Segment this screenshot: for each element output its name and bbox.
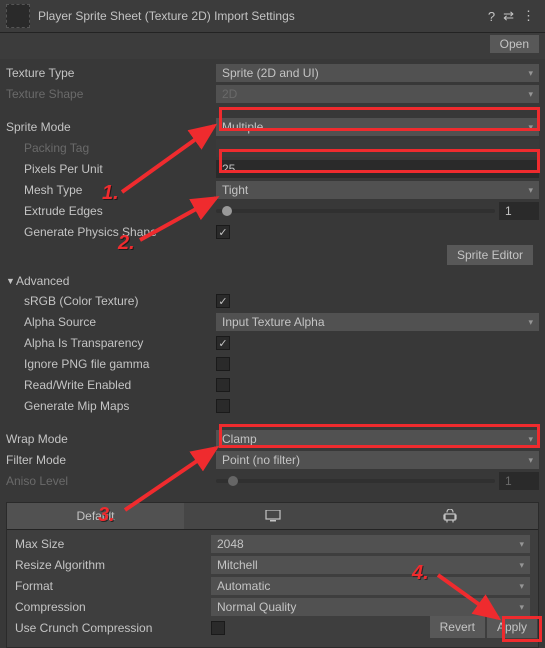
texture-shape-dropdown: 2D: [216, 85, 539, 103]
android-icon: [443, 509, 457, 523]
read-write-label: Read/Write Enabled: [6, 378, 216, 392]
srgb-checkbox[interactable]: [216, 294, 230, 308]
sprite-mode-label: Sprite Mode: [6, 120, 216, 134]
platform-tab-default[interactable]: Default: [7, 503, 184, 529]
alpha-source-dropdown[interactable]: Input Texture Alpha: [216, 313, 539, 331]
panel-title: Player Sprite Sheet (Texture 2D) Import …: [38, 9, 488, 23]
texture-type-dropdown[interactable]: Sprite (2D and UI): [216, 64, 539, 82]
revert-button[interactable]: Revert: [430, 616, 485, 638]
pixels-per-unit-input[interactable]: 25: [216, 160, 539, 178]
alpha-transparency-label: Alpha Is Transparency: [6, 336, 216, 350]
sprite-editor-button[interactable]: Sprite Editor: [447, 245, 533, 265]
packing-tag-input[interactable]: [216, 139, 539, 157]
mesh-type-label: Mesh Type: [6, 183, 216, 197]
wrap-mode-label: Wrap Mode: [6, 432, 216, 446]
packing-tag-label: Packing Tag: [6, 141, 216, 155]
format-label: Format: [15, 579, 211, 593]
alpha-transparency-checkbox[interactable]: [216, 336, 230, 350]
pixels-per-unit-label: Pixels Per Unit: [6, 162, 216, 176]
texture-shape-label: Texture Shape: [6, 87, 216, 101]
disclosure-icon: ▼: [6, 276, 16, 286]
srgb-label: sRGB (Color Texture): [6, 294, 216, 308]
max-size-label: Max Size: [15, 537, 211, 551]
menu-icon[interactable]: ⋮: [522, 8, 535, 24]
generate-physics-shape-checkbox[interactable]: [216, 225, 230, 239]
generate-mip-maps-checkbox[interactable]: [216, 399, 230, 413]
platform-tab-android[interactable]: [361, 503, 538, 529]
help-icon[interactable]: ?: [488, 9, 495, 24]
aniso-level-value: 1: [499, 472, 539, 490]
use-crunch-checkbox[interactable]: [211, 621, 225, 635]
filter-mode-label: Filter Mode: [6, 453, 216, 467]
ignore-png-gamma-checkbox[interactable]: [216, 357, 230, 371]
extrude-edges-value[interactable]: 1: [499, 202, 539, 220]
monitor-icon: [265, 510, 281, 522]
texture-type-label: Texture Type: [6, 66, 216, 80]
format-dropdown[interactable]: Automatic: [211, 577, 530, 595]
max-size-dropdown[interactable]: 2048: [211, 535, 530, 553]
preset-icon[interactable]: ⇄: [503, 8, 514, 24]
apply-button[interactable]: Apply: [487, 616, 537, 638]
aniso-level-label: Aniso Level: [6, 474, 216, 488]
compression-label: Compression: [15, 600, 211, 614]
use-crunch-label: Use Crunch Compression: [15, 621, 211, 635]
ignore-png-gamma-label: Ignore PNG file gamma: [6, 357, 216, 371]
advanced-label: Advanced: [16, 274, 69, 288]
wrap-mode-dropdown[interactable]: Clamp: [216, 430, 539, 448]
generate-physics-shape-label: Generate Physics Shape: [6, 225, 216, 239]
extrude-edges-label: Extrude Edges: [6, 204, 216, 218]
generate-mip-maps-label: Generate Mip Maps: [6, 399, 216, 413]
alpha-source-label: Alpha Source: [6, 315, 216, 329]
resize-algorithm-dropdown[interactable]: Mitchell: [211, 556, 530, 574]
sprite-mode-dropdown[interactable]: Multiple: [216, 118, 539, 136]
mesh-type-dropdown[interactable]: Tight: [216, 181, 539, 199]
asset-preview-icon: [6, 4, 30, 28]
extrude-edges-slider[interactable]: [216, 209, 495, 213]
filter-mode-dropdown[interactable]: Point (no filter): [216, 451, 539, 469]
platform-tab-standalone[interactable]: [184, 503, 361, 529]
read-write-checkbox[interactable]: [216, 378, 230, 392]
advanced-foldout[interactable]: ▼ Advanced: [6, 271, 539, 291]
open-button[interactable]: Open: [490, 35, 539, 53]
aniso-level-slider: [216, 479, 495, 483]
resize-algorithm-label: Resize Algorithm: [15, 558, 211, 572]
